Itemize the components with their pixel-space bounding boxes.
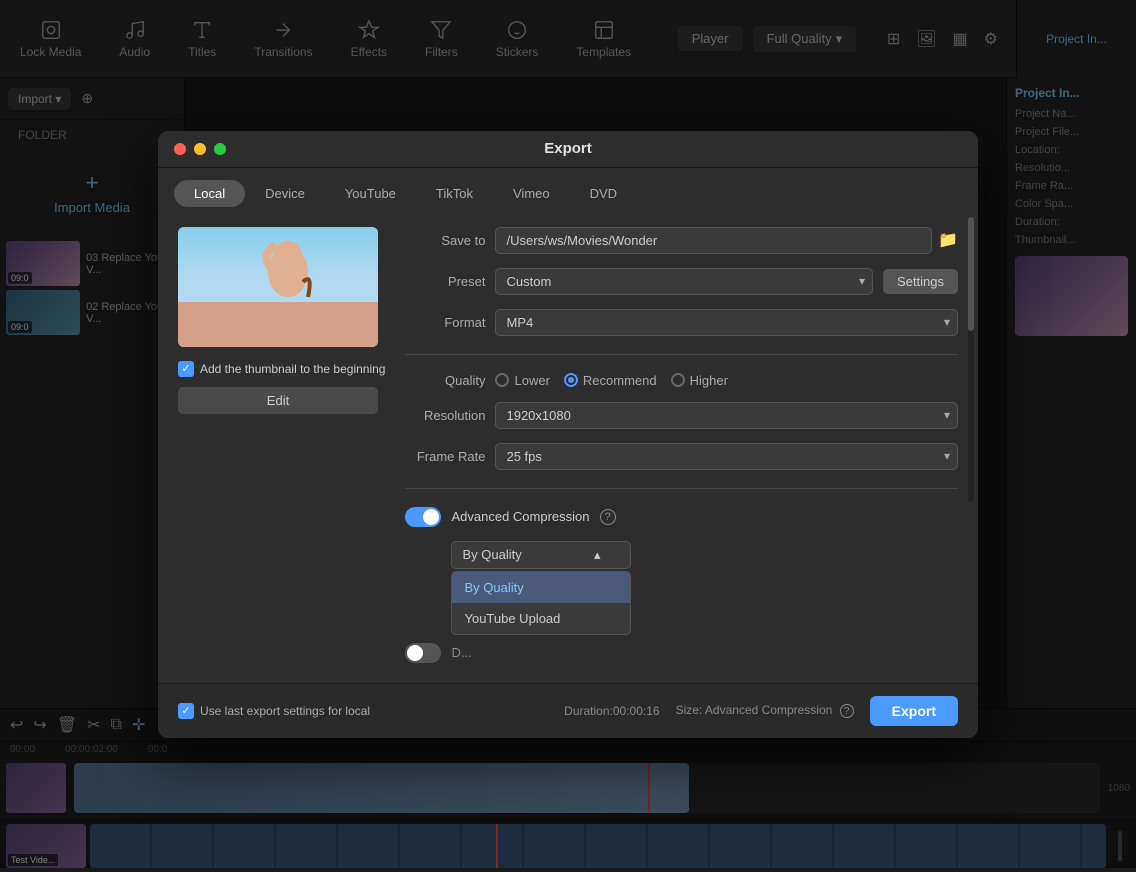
radio-circle-higher: [671, 373, 685, 387]
resolution-select-wrap: 1920x1080 1280x720 3840x2160 ▾: [495, 402, 958, 429]
thumbnail-checkbox-label: Add the thumbnail to the beginning: [200, 362, 385, 376]
advanced-compression-toggle[interactable]: [405, 507, 441, 527]
compression-current-value: By Quality: [462, 547, 521, 562]
extra-toggle-label: D...: [451, 645, 471, 660]
export-modal: Export Local Device YouTube TikTok Vimeo…: [158, 131, 978, 738]
resolution-label: Resolution: [405, 408, 485, 423]
tab-youtube[interactable]: YouTube: [325, 180, 416, 207]
settings-button[interactable]: Settings: [883, 269, 958, 294]
radio-dot: [568, 377, 574, 383]
advanced-compression-row: Advanced Compression ?: [405, 507, 958, 527]
advanced-compression-label: Advanced Compression: [451, 509, 589, 524]
framerate-label: Frame Rate: [405, 449, 485, 464]
format-label: Format: [405, 315, 485, 330]
quality-radio-group: Lower Recommend Higher: [495, 373, 727, 388]
preset-label: Preset: [405, 274, 485, 289]
duration-info: Duration:00:00:16: [564, 704, 659, 718]
radio-circle-recommend: [564, 373, 578, 387]
size-info: Size: Advanced Compression ?: [676, 703, 854, 719]
resolution-select[interactable]: 1920x1080 1280x720 3840x2160: [495, 402, 958, 429]
thumbnail-checkbox[interactable]: ✓ Add the thumbnail to the beginning: [178, 361, 385, 377]
quality-recommend-label: Recommend: [583, 373, 657, 388]
resolution-row: Resolution 1920x1080 1280x720 3840x2160 …: [405, 402, 958, 429]
modal-titlebar: Export: [158, 131, 978, 168]
preset-select-wrap: Custom High Quality Medium Quality ▾: [495, 268, 873, 295]
compression-dropdown-menu: By Quality YouTube Upload: [451, 571, 631, 635]
path-input-wrap: /Users/ws/Movies/Wonder 📁: [495, 227, 958, 254]
folder-browse-button[interactable]: 📁: [938, 230, 958, 250]
tab-vimeo[interactable]: Vimeo: [493, 180, 570, 207]
maximize-button[interactable]: [214, 143, 226, 155]
quality-row: Quality Lower Recommend: [405, 373, 958, 388]
compression-dropdown: By Quality ▴ By Quality YouTube Upload: [451, 541, 631, 569]
quality-higher[interactable]: Higher: [671, 373, 728, 388]
edit-button[interactable]: Edit: [178, 387, 378, 414]
export-button[interactable]: Export: [870, 696, 958, 726]
format-row: Format MP4 MOV AVI MKV ▾: [405, 309, 958, 336]
quality-recommend[interactable]: Recommend: [564, 373, 657, 388]
modal-footer: ✓ Use last export settings for local Dur…: [158, 683, 978, 738]
use-last-settings-checkbox[interactable]: ✓ Use last export settings for local: [178, 703, 370, 719]
modal-title: Export: [544, 140, 592, 157]
preset-row: Preset Custom High Quality Medium Qualit…: [405, 268, 958, 295]
modal-form: Save to /Users/ws/Movies/Wonder 📁 Preset…: [405, 227, 958, 663]
extra-toggle[interactable]: [405, 643, 441, 663]
framerate-select-wrap: 25 fps 30 fps 60 fps 24 fps ▾: [495, 443, 958, 470]
framerate-select[interactable]: 25 fps 30 fps 60 fps 24 fps: [495, 443, 958, 470]
close-button[interactable]: [174, 143, 186, 155]
tab-dvd[interactable]: DVD: [570, 180, 637, 207]
size-help-icon[interactable]: ?: [840, 704, 854, 718]
radio-circle-lower: [495, 373, 509, 387]
divider: [405, 488, 958, 489]
tab-local[interactable]: Local: [174, 180, 245, 207]
quality-label: Quality: [405, 373, 485, 388]
quality-higher-label: Higher: [690, 373, 728, 388]
footer-info: Duration:00:00:16 Size: Advanced Compres…: [564, 696, 958, 726]
framerate-row: Frame Rate 25 fps 30 fps 60 fps 24 fps ▾: [405, 443, 958, 470]
tab-device[interactable]: Device: [245, 180, 325, 207]
modal-preview: ✓ Add the thumbnail to the beginning Edi…: [178, 227, 385, 663]
tab-tiktok[interactable]: TikTok: [416, 180, 493, 207]
save-to-row: Save to /Users/ws/Movies/Wonder 📁: [405, 227, 958, 254]
format-select-wrap: MP4 MOV AVI MKV ▾: [495, 309, 958, 336]
chevron-up-icon: ▴: [594, 547, 601, 563]
compression-option-quality[interactable]: By Quality: [452, 572, 630, 603]
preview-image: [178, 227, 378, 347]
modal-body: ✓ Add the thumbnail to the beginning Edi…: [158, 207, 978, 683]
help-icon[interactable]: ?: [600, 509, 616, 525]
checkbox-checked-icon: ✓: [178, 361, 194, 377]
preset-select[interactable]: Custom High Quality Medium Quality: [495, 268, 873, 295]
extra-toggle-row: D...: [405, 643, 958, 663]
use-last-settings-label: Use last export settings for local: [200, 704, 370, 718]
save-to-label: Save to: [405, 233, 485, 248]
save-path-value: /Users/ws/Movies/Wonder: [495, 227, 932, 254]
modal-overlay: Export Local Device YouTube TikTok Vimeo…: [0, 0, 1136, 868]
minimize-button[interactable]: [194, 143, 206, 155]
traffic-lights: [174, 143, 226, 155]
format-select[interactable]: MP4 MOV AVI MKV: [495, 309, 958, 336]
compression-option-youtube[interactable]: YouTube Upload: [452, 603, 630, 634]
quality-lower[interactable]: Lower: [495, 373, 549, 388]
toggle-knob: [423, 509, 439, 525]
modal-scrollbar[interactable]: [968, 217, 974, 503]
modal-tabs: Local Device YouTube TikTok Vimeo DVD: [158, 168, 978, 207]
scrollbar-thumb: [968, 217, 974, 331]
toggle-knob: [407, 645, 423, 661]
divider: [405, 354, 958, 355]
footer-checkbox-icon: ✓: [178, 703, 194, 719]
quality-lower-label: Lower: [514, 373, 549, 388]
compression-select-button[interactable]: By Quality ▴: [451, 541, 631, 569]
